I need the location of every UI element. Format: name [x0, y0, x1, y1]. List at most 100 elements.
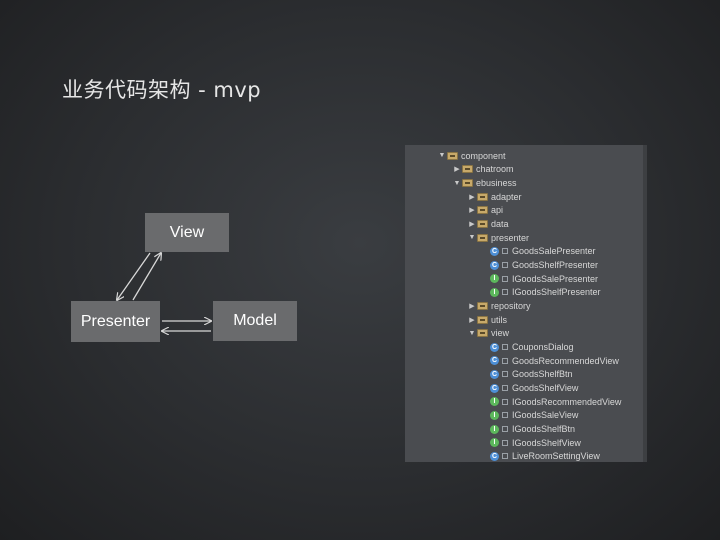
tree-row[interactable]: I IGoodsSaleView — [490, 409, 578, 423]
tree-row-label: GoodsShelfBtn — [512, 369, 573, 380]
interface-icon: I — [490, 274, 499, 284]
tree-row[interactable]: ▶ data — [467, 217, 509, 231]
tree-row[interactable]: ▶ api — [467, 204, 503, 218]
visibility-icon — [502, 289, 508, 296]
tree-row[interactable]: ▶ utils — [467, 313, 507, 327]
class-icon: C — [490, 383, 499, 393]
tree-row[interactable]: C GoodsRecommendedView — [490, 354, 619, 368]
tree-row-label: chatroom — [476, 164, 514, 175]
interface-icon: I — [490, 424, 499, 434]
tree-row-label: GoodsShelfPresenter — [512, 260, 599, 271]
tree-row[interactable]: ▼ presenter — [467, 231, 530, 245]
tree-row-label: IGoodsSaleView — [512, 410, 579, 421]
expand-right-icon[interactable]: ▶ — [452, 165, 462, 173]
visibility-icon — [502, 412, 508, 419]
expand-right-icon[interactable]: ▶ — [467, 302, 477, 310]
tree-row-label: IGoodsShelfBtn — [512, 424, 576, 435]
expand-right-icon[interactable]: ▶ — [467, 206, 477, 214]
expand-down-icon[interactable]: ▼ — [437, 152, 447, 159]
expand-down-icon[interactable]: ▼ — [467, 330, 477, 337]
tree-row-label: ebusiness — [476, 178, 517, 189]
tree-row-label: presenter — [491, 232, 530, 243]
model-box: Model — [213, 301, 297, 341]
tree-row[interactable]: ▼ ebusiness — [452, 176, 517, 190]
tree-row-label: IGoodsRecommendedView — [512, 396, 622, 407]
class-icon: C — [490, 246, 499, 256]
expand-right-icon[interactable]: ▶ — [467, 220, 477, 228]
package-folder-icon — [477, 329, 488, 338]
class-icon: C — [490, 369, 499, 379]
presenter-box: Presenter — [71, 301, 160, 342]
tree-row[interactable]: C GoodsShelfBtn — [490, 368, 573, 382]
tree-row[interactable]: ▶ chatroom — [452, 163, 514, 177]
tree-row[interactable]: C GoodsSalePresenter — [490, 245, 596, 259]
package-folder-icon — [477, 233, 488, 242]
expand-right-icon[interactable]: ▶ — [467, 316, 477, 324]
tree-row-label: component — [461, 150, 506, 161]
package-folder-icon — [477, 220, 488, 229]
tree-scrollbar — [643, 145, 647, 462]
visibility-icon — [502, 398, 508, 405]
visibility-icon — [502, 439, 508, 446]
package-folder-icon — [447, 151, 458, 160]
tree-row-label: IGoodsSalePresenter — [512, 273, 599, 284]
tree-row[interactable]: ▼ view — [467, 327, 509, 341]
tree-row[interactable]: I IGoodsShelfPresenter — [490, 286, 601, 300]
tree-row[interactable]: C GoodsShelfView — [490, 381, 578, 395]
tree-row[interactable]: ▶ adapter — [467, 190, 522, 204]
package-folder-icon — [477, 315, 488, 324]
model-label: Model — [233, 312, 277, 329]
class-icon: C — [490, 451, 499, 461]
tree-row-label: IGoodsShelfPresenter — [512, 287, 601, 298]
tree-row[interactable]: C GoodsShelfPresenter — [490, 258, 598, 272]
visibility-icon — [502, 426, 508, 433]
package-folder-icon — [477, 192, 488, 201]
class-icon: C — [490, 342, 499, 352]
tree-row[interactable]: I IGoodsShelfBtn — [490, 422, 575, 436]
tree-row-label: data — [491, 219, 509, 230]
visibility-icon — [502, 453, 508, 460]
class-icon: C — [490, 356, 499, 366]
arrow-view-to-presenter — [117, 252, 151, 300]
class-icon: C — [490, 260, 499, 270]
view-box: View — [145, 213, 229, 252]
presenter-label: Presenter — [80, 312, 151, 330]
tree-row[interactable]: ▼ component — [437, 149, 506, 163]
visibility-icon — [502, 385, 508, 392]
tree-row[interactable]: C CouponsDialog — [490, 340, 574, 354]
package-folder-icon — [477, 302, 488, 311]
visibility-icon — [502, 248, 508, 255]
tree-row-label: adapter — [491, 191, 522, 202]
tree-row-label: api — [491, 205, 504, 216]
visibility-icon — [502, 371, 508, 378]
interface-icon: I — [490, 397, 499, 407]
tree-row-label: view — [491, 328, 510, 339]
tree-row-label: IGoodsShelfView — [512, 437, 581, 448]
tree-row-label: GoodsShelfView — [512, 383, 579, 394]
interface-icon: I — [490, 410, 499, 420]
tree-row[interactable]: I IGoodsShelfView — [490, 436, 581, 450]
package-folder-icon — [462, 165, 473, 174]
package-folder-icon — [477, 206, 488, 215]
visibility-icon — [502, 275, 508, 282]
arrow-presenter-to-view — [132, 253, 161, 301]
visibility-icon — [502, 262, 508, 269]
expand-down-icon[interactable]: ▼ — [467, 234, 477, 241]
tree-row[interactable]: I IGoodsSalePresenter — [490, 272, 598, 286]
view-label: View — [169, 223, 205, 241]
tree-row-label: CouponsDialog — [512, 342, 574, 353]
tree-row-label: GoodsRecommendedView — [512, 355, 619, 366]
visibility-icon — [502, 344, 508, 351]
expand-right-icon[interactable]: ▶ — [467, 193, 477, 201]
tree-row-label: LiveRoomSettingView — [512, 451, 600, 462]
tree-row-label: utils — [491, 314, 508, 325]
interface-icon: I — [490, 438, 499, 448]
tree-row[interactable]: C LiveRoomSettingView — [490, 450, 600, 462]
project-tree-screenshot: ▼ component ▶ chatroom ▼ ebusiness ▶ adapter ▶ ap… — [405, 145, 647, 462]
tree-row[interactable]: I IGoodsRecommendedView — [490, 395, 621, 409]
tree-row-label: repository — [491, 301, 531, 312]
tree-row[interactable]: ▶ repository — [467, 299, 531, 313]
visibility-icon — [502, 357, 508, 364]
expand-down-icon[interactable]: ▼ — [452, 180, 462, 187]
interface-icon: I — [490, 287, 499, 297]
